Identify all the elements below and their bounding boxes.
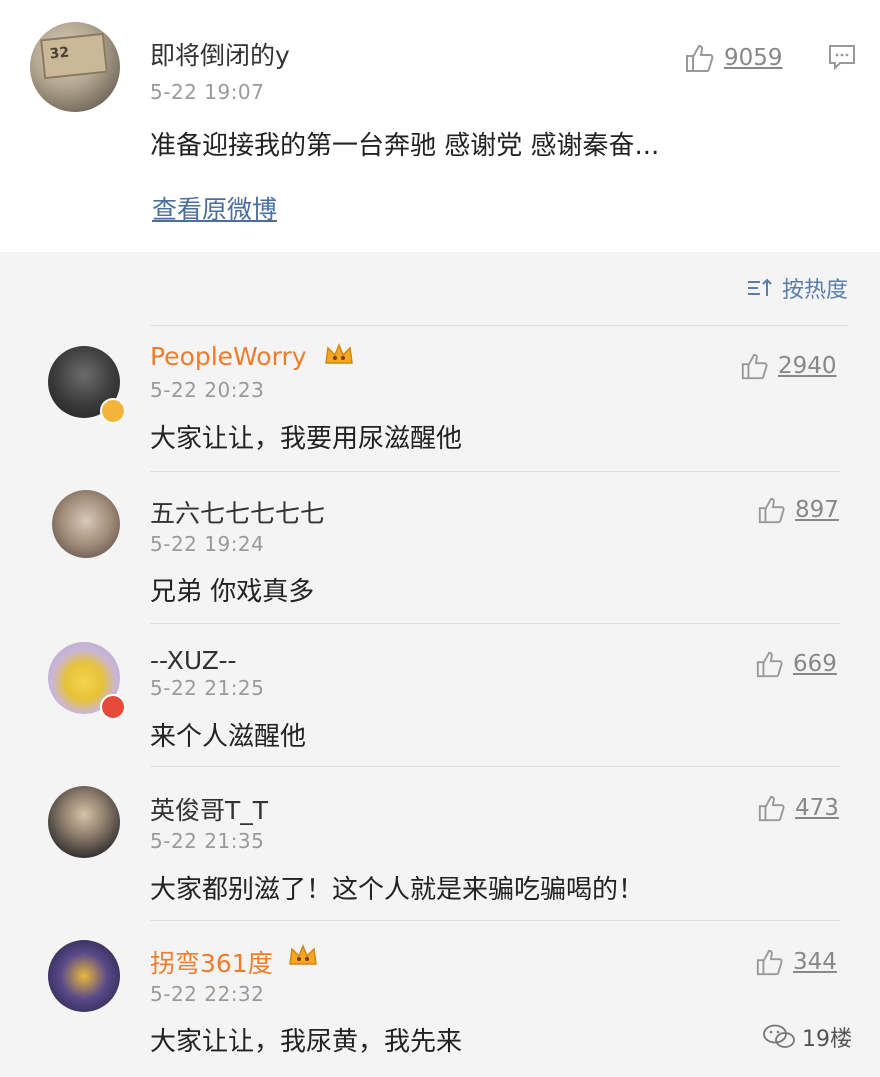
- verified-badge-icon: [100, 694, 126, 720]
- commenter-name[interactable]: 拐弯361度: [150, 944, 273, 980]
- comment-like-count: 473: [795, 795, 839, 821]
- comment-like-count: 897: [795, 497, 839, 523]
- divider: [150, 623, 840, 624]
- comment-time: 5-22 20:23: [150, 378, 265, 402]
- post-avatar[interactable]: 32: [30, 22, 120, 112]
- comment-time: 5-22 19:24: [150, 532, 265, 556]
- thumbs-up-icon: [758, 795, 785, 822]
- divider: [150, 325, 848, 326]
- thumbs-up-icon: [756, 949, 783, 976]
- comment-like-button[interactable]: 897: [757, 494, 839, 526]
- divider: [150, 920, 840, 921]
- commenter-name[interactable]: --XUZ--: [150, 646, 237, 675]
- comment-like-count: 669: [793, 651, 837, 677]
- thumbs-up-icon: [758, 497, 785, 524]
- thumbs-up-icon: [756, 651, 783, 678]
- comment-like-button[interactable]: 344: [755, 946, 837, 978]
- sort-by-hot-button[interactable]: 按热度: [746, 272, 848, 304]
- vip-crown-icon: [325, 342, 353, 364]
- comment-text: 大家都别滋了！这个人就是来骗吃骗喝的！: [150, 875, 645, 905]
- watermark-label: 19楼: [802, 1027, 852, 1052]
- comment-like-count: 2940: [778, 353, 837, 379]
- avatar-box-image: 32: [40, 32, 108, 80]
- commenter-avatar[interactable]: [48, 786, 120, 858]
- watermark: 19楼: [762, 1021, 852, 1053]
- comment-text: 大家让让，我要用尿滋醒他: [150, 424, 463, 454]
- comment-like-button[interactable]: 669: [755, 648, 837, 680]
- post-like-count: 9059: [724, 45, 783, 71]
- comment-icon[interactable]: [826, 41, 858, 73]
- thumbs-up-icon: [686, 44, 714, 72]
- sort-icon: [747, 278, 772, 296]
- post-like-button[interactable]: 9059: [684, 42, 783, 74]
- comment-like-count: 344: [793, 949, 837, 975]
- commenter-name[interactable]: PeopleWorry: [150, 342, 307, 371]
- comment-like-button[interactable]: 2940: [740, 350, 837, 382]
- comment-time: 5-22 21:35: [150, 829, 265, 853]
- thumbs-up-icon: [741, 353, 768, 380]
- original-post: 32 即将倒闭的y 5-22 19:07 准备迎接我的第一台奔驰 感谢党 感谢秦…: [0, 0, 880, 252]
- commenter-avatar[interactable]: [52, 490, 120, 558]
- comment-text: 来个人滋醒他: [150, 722, 307, 752]
- post-username[interactable]: 即将倒闭的y: [150, 36, 290, 72]
- post-time: 5-22 19:07: [150, 80, 265, 104]
- commenter-name[interactable]: 五六七七七七七: [150, 494, 325, 530]
- wechat-icon: [763, 1024, 795, 1048]
- view-original-link[interactable]: 查看原微博: [152, 190, 277, 226]
- vip-crown-icon: [289, 943, 317, 965]
- comment-text: 大家让让，我尿黄，我先来: [150, 1027, 463, 1057]
- comment-time: 5-22 22:32: [150, 982, 265, 1006]
- post-text: 准备迎接我的第一台奔驰 感谢党 感谢秦奋...: [150, 131, 660, 161]
- comment-like-button[interactable]: 473: [757, 792, 839, 824]
- commenter-name[interactable]: 英俊哥T_T: [150, 791, 268, 827]
- comment-time: 5-22 21:25: [150, 676, 265, 700]
- verified-badge-icon: [100, 398, 126, 424]
- divider: [150, 471, 840, 472]
- comment-text: 兄弟 你戏真多: [150, 577, 315, 607]
- sort-label: 按热度: [781, 278, 848, 303]
- commenter-avatar[interactable]: [48, 940, 120, 1012]
- divider: [150, 766, 840, 767]
